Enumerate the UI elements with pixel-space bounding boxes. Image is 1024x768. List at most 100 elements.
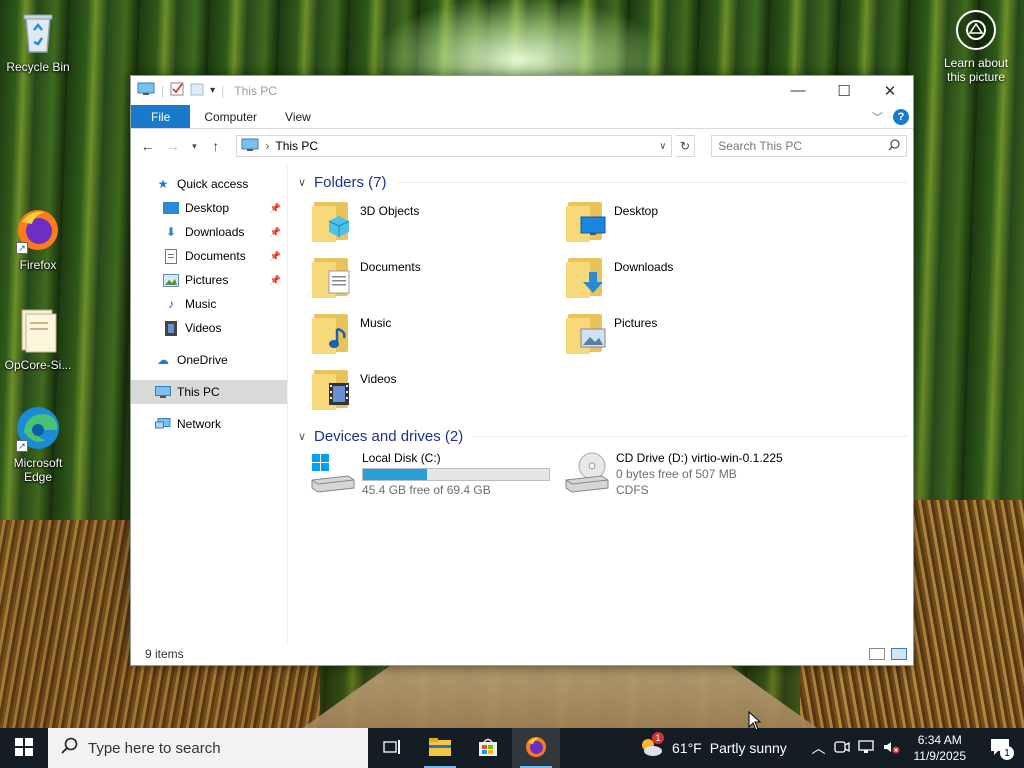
clock[interactable]: 6:34 AM 11/9/2025 [914,732,967,764]
group-title: Devices and drives (2) [314,427,464,445]
drive-cd-d[interactable]: CD Drive (D:) virtio-win-0.1.225 0 bytes… [562,450,862,498]
folder-music-icon [312,310,354,354]
help-icon[interactable]: ? [893,108,909,125]
nav-downloads[interactable]: ⬇ Downloads 📌 [131,220,287,244]
taskbar-store[interactable] [464,728,512,768]
explorer-body: ★ Quick access Desktop 📌 ⬇ Downloads 📌 D… [131,164,913,643]
volume-muted-icon[interactable] [882,740,900,757]
nav-label: Music [185,297,217,311]
drive-local-disk-c[interactable]: Local Disk (C:) 45.4 GB free of 69.4 GB [308,450,562,498]
nav-label: Videos [185,321,222,335]
nav-this-pc[interactable]: This PC [131,380,287,404]
folder-3d-objects-icon [312,198,354,242]
nav-quick-access[interactable]: ★ Quick access [131,172,287,196]
minimize-button[interactable]: — [775,76,821,105]
large-icons-view-button[interactable] [891,648,907,660]
network-icon [155,416,171,432]
tab-computer[interactable]: Computer [190,105,271,128]
folder-name: Desktop [614,204,659,218]
notifications-button[interactable]: 1 [980,728,1020,768]
search-input[interactable] [718,139,889,153]
nav-desktop[interactable]: Desktop 📌 [131,196,287,220]
refresh-button[interactable]: ↻ [675,135,696,157]
desktop-icon-opcore[interactable]: OpCore-Si... [0,306,76,372]
drive-free-space: 0 bytes free of 507 MB [616,467,737,481]
folder-music[interactable]: Music [312,306,566,362]
drive-free-space: 45.4 GB free of 69.4 GB [362,483,491,497]
status-bar: 9 items [131,643,913,665]
nav-music[interactable]: ♪ Music [131,292,287,316]
ribbon-tabs: File Computer View ﹀ ? [131,105,913,129]
network-icon[interactable] [857,739,874,757]
address-dropdown-button[interactable]: ∨ [655,141,671,152]
mouse-cursor [748,710,762,734]
start-button[interactable] [0,728,48,768]
folder-documents-icon [312,254,354,298]
up-button[interactable]: ↑ [205,135,226,157]
breadcrumb-this-pc[interactable]: This PC [275,139,318,153]
maximize-button[interactable]: ☐ [821,76,867,105]
learn-about-picture[interactable]: Learn about this picture [936,10,1016,84]
task-view-button[interactable] [368,728,416,768]
customize-toolbar-icon[interactable]: ▾ [210,85,215,96]
tab-view[interactable]: View [271,105,325,128]
arrow-left-icon: ← [140,138,155,154]
taskbar-search-box[interactable]: Type here to search [48,728,368,768]
nav-pictures[interactable]: Pictures 📌 [131,268,287,292]
folder-videos[interactable]: Videos [312,362,566,418]
back-button[interactable]: ← [137,135,158,157]
details-view-button[interactable] [869,648,885,660]
separator: | [221,83,225,98]
firefox-icon [524,735,548,762]
forward-button[interactable]: → [162,135,183,157]
nav-network[interactable]: Network [131,412,287,436]
search-box[interactable] [711,135,908,157]
nav-label: Desktop [185,201,230,215]
desktop-icon-label: OpCore-Si... [4,358,72,372]
nav-videos[interactable]: Videos [131,316,287,340]
folder-pictures[interactable]: Pictures [566,306,820,362]
folder-documents[interactable]: Documents [312,250,566,306]
folder-desktop[interactable]: Desktop [566,194,820,250]
properties-icon[interactable] [170,82,184,99]
folders-group-header[interactable]: ∨ Folders (7) [298,170,907,194]
taskbar-firefox[interactable] [512,728,560,768]
tab-file[interactable]: File [131,105,191,128]
nav-label: Pictures [185,273,229,287]
weather-widget[interactable]: 1 61°F Partly sunny [638,731,787,761]
taskbar-file-explorer[interactable] [416,728,464,768]
new-folder-icon[interactable] [190,82,204,99]
refresh-icon: ↻ [679,139,691,153]
expand-ribbon-button[interactable]: ﹀ [872,109,883,125]
weather-partly-sunny-icon: 1 [638,731,664,761]
minimize-icon: — [790,82,806,99]
folder-3d-objects[interactable]: 3D Objects [312,194,566,250]
taskbar-search-placeholder: Type here to search [88,739,221,757]
meet-now-icon[interactable] [833,740,850,757]
folder-downloads-icon [566,254,608,298]
desktop-icon-recycle-bin[interactable]: Recycle Bin [0,8,76,74]
close-button[interactable]: ✕ [867,76,913,105]
folder-downloads[interactable]: Downloads [566,250,820,306]
title-bar: | ▾ | This PC — ☐ ✕ [131,76,913,105]
breadcrumb-separator[interactable]: › [265,139,269,153]
devices-group-header[interactable]: ∨ Devices and drives (2) [298,424,907,448]
nav-label: OneDrive [177,353,228,367]
nav-label: Downloads [185,225,245,239]
recent-locations-button[interactable]: ▾ [188,135,202,157]
folder-name: Videos [360,372,397,386]
desktop-icon-firefox[interactable]: ↗ Firefox [0,206,76,272]
show-hidden-icons-button[interactable]: ︿ [812,738,826,758]
drive-filesystem: CDFS [616,483,649,497]
folders-grid: 3D Objects Desktop Documents Downloads M… [298,194,907,418]
drives-grid: Local Disk (C:) 45.4 GB free of 69.4 GB [298,448,907,498]
recycle-bin-icon [14,8,62,56]
cd-drive-icon [562,450,610,498]
star-icon: ★ [157,177,169,191]
close-icon: ✕ [883,82,897,100]
desktop-icon-edge[interactable]: ↗ Microsoft Edge [0,404,76,484]
address-bar[interactable]: › This PC ∨ [236,135,672,157]
nav-documents[interactable]: Documents 📌 [131,244,287,268]
nav-onedrive[interactable]: ☁ OneDrive [131,348,287,372]
shortcut-arrow-icon: ↗ [16,440,28,452]
